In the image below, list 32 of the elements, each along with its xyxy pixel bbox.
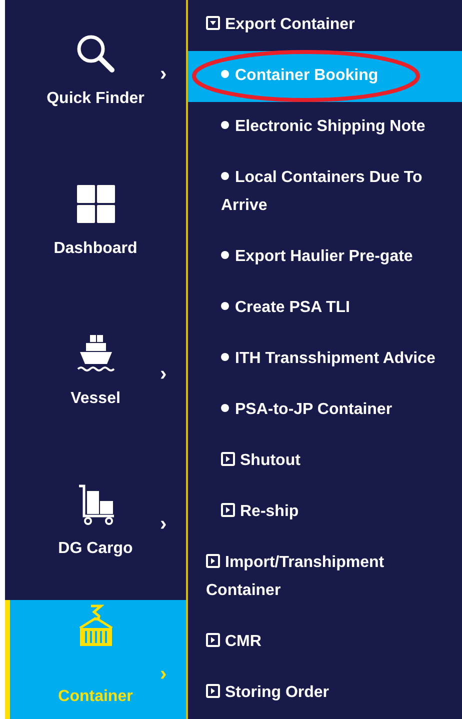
sidebar-item[interactable]: Dashboard (5, 150, 186, 300)
menu-item[interactable]: Electronic Shipping Note (188, 102, 462, 153)
sidebar-label: DG Cargo (58, 540, 133, 558)
menu-item[interactable]: PSA-to-JP Container (188, 385, 462, 436)
menu-item[interactable]: Local Containers Due To Arrive (188, 153, 462, 232)
sidebar-label: Quick Finder (46, 90, 144, 108)
sidebar-item[interactable]: Vessel › (5, 300, 186, 450)
sidebar-label: Container (58, 688, 133, 706)
bullet-icon (221, 302, 229, 310)
sidebar-item[interactable]: Quick Finder › (5, 0, 186, 150)
bullet-icon (221, 172, 229, 180)
menu-item[interactable]: Shutout (188, 436, 462, 487)
menu-item[interactable]: Re-ship (188, 487, 462, 538)
sidebar-item[interactable]: DG Cargo › (5, 450, 186, 600)
sidebar-label: Vessel (70, 390, 120, 408)
sidebar-label: Dashboard (54, 240, 138, 258)
bullet-icon (221, 251, 229, 259)
bullet-icon (221, 404, 229, 412)
menu-item[interactable]: ITH Transshipment Advice (188, 334, 462, 385)
menu-item[interactable]: CMR (188, 617, 462, 668)
bullet-icon (221, 353, 229, 361)
menu-item[interactable]: Export Haulier Pre-gate (188, 232, 462, 283)
bullet-icon (221, 121, 229, 129)
menu-item[interactable]: Create PSA TLI (188, 283, 462, 334)
bullet-icon (221, 70, 229, 78)
chevron-icon: › (160, 62, 167, 86)
menu-item[interactable]: Import/Transhipment Container (188, 538, 462, 617)
menu-item[interactable]: Storing Order (188, 668, 462, 719)
chevron-icon: › (160, 362, 167, 386)
chevron-icon: › (160, 512, 167, 536)
chevron-icon: › (160, 662, 167, 686)
menu-item[interactable]: Export Container (188, 0, 462, 51)
